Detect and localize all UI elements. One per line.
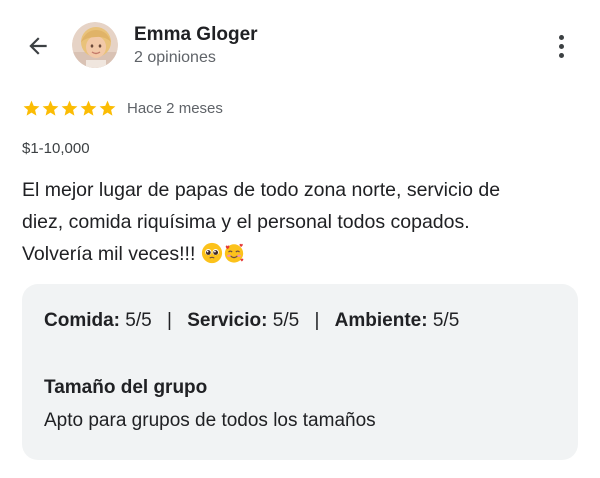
star-icon bbox=[80, 100, 97, 116]
group-size-title: Tamaño del grupo bbox=[44, 377, 208, 398]
pleading-face-icon bbox=[201, 242, 222, 264]
sub-ratings: Comida: 5/5 | Servicio: 5/5 | Ambiente: … bbox=[44, 310, 459, 332]
price-range: $1-10,000 bbox=[22, 140, 90, 157]
more-vertical-icon bbox=[558, 34, 564, 40]
review-details-card: Comida: 5/5 | Servicio: 5/5 | Ambiente: … bbox=[22, 284, 578, 460]
rating-row: Hace 2 meses bbox=[22, 99, 223, 118]
food-rating-value: 5/5 bbox=[125, 310, 152, 331]
author-name[interactable]: Emma Gloger bbox=[134, 24, 258, 46]
service-rating-value: 5/5 bbox=[272, 310, 300, 331]
star-icon bbox=[99, 100, 116, 116]
service-rating-label: Servicio: bbox=[187, 310, 268, 331]
star-rating bbox=[22, 99, 117, 118]
group-size-value: Apto para grupos de todos los tamaños bbox=[44, 410, 376, 431]
review-text-line: El mejor lugar de papas de todo zona nor… bbox=[22, 179, 501, 201]
review-text-line: diez, comida riquísima y el personal tod… bbox=[22, 211, 470, 233]
review-time: Hace 2 meses bbox=[127, 100, 223, 117]
avatar[interactable] bbox=[72, 22, 118, 68]
review-text-line: Volvería mil veces!!! bbox=[22, 243, 196, 265]
review-text: El mejor lugar de papas de todo zona nor… bbox=[22, 174, 582, 270]
smiling-face-with-hearts-icon bbox=[224, 243, 244, 263]
separator: | bbox=[166, 310, 172, 331]
ambience-rating-label: Ambiente: bbox=[334, 310, 428, 331]
separator: | bbox=[314, 310, 320, 331]
profile-photo bbox=[72, 22, 118, 68]
back-button[interactable] bbox=[22, 30, 54, 62]
star-icon bbox=[42, 100, 59, 116]
ambience-rating-value: 5/5 bbox=[432, 310, 460, 331]
star-icon bbox=[61, 100, 78, 116]
star-icon bbox=[23, 100, 40, 116]
author-review-count: 2 opiniones bbox=[134, 49, 216, 66]
food-rating-label: Comida: bbox=[44, 310, 120, 331]
more-options-button[interactable] bbox=[548, 30, 574, 62]
arrow-left-icon bbox=[29, 37, 47, 55]
